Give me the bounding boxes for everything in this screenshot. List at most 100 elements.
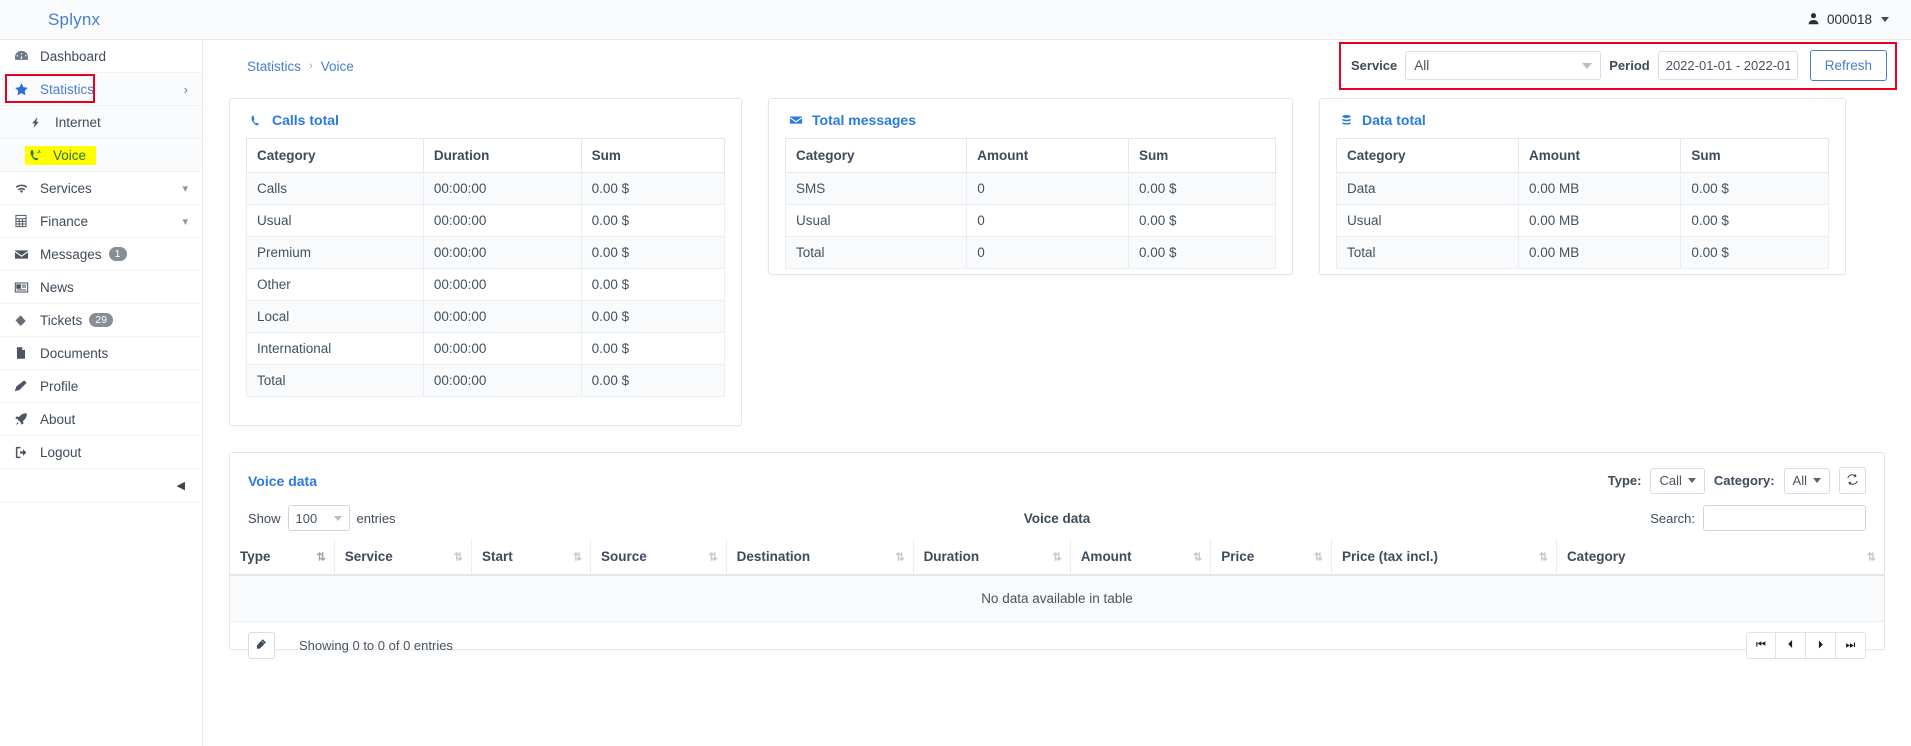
col-start[interactable]: Start ⇅	[470, 539, 591, 576]
page-length-select[interactable]: 100	[287, 505, 350, 531]
caret-down-icon	[1881, 17, 1889, 22]
period-input[interactable]	[1657, 51, 1798, 80]
export-button[interactable]	[248, 632, 275, 659]
breadcrumb-statistics[interactable]: Statistics	[247, 59, 301, 74]
voice-data-title: Voice data	[248, 472, 317, 489]
cell-category: Usual	[1335, 204, 1520, 237]
sidebar-item-label: Internet	[55, 114, 101, 130]
col-category: Category	[784, 138, 968, 173]
newspaper-icon	[14, 280, 40, 295]
first-page-icon[interactable]: ⏮	[1746, 632, 1776, 659]
table-row: Usual 0 0.00 $	[784, 204, 1277, 237]
sidebar-item-news[interactable]: News	[0, 271, 202, 304]
col-label: Type	[240, 549, 271, 564]
category-select[interactable]: All	[1783, 467, 1830, 494]
envelope-icon	[14, 247, 40, 262]
search-input[interactable]	[1703, 505, 1866, 531]
cell-sum: 0.00 $	[580, 300, 726, 333]
category-selected-value: All	[1792, 473, 1807, 488]
type-select[interactable]: Call	[1650, 467, 1705, 494]
table-row: Total 0 0.00 $	[784, 236, 1277, 269]
sidebar-item-statistics[interactable]: Statistics ›	[0, 73, 202, 106]
sidebar-item-internet[interactable]: Internet	[0, 106, 202, 139]
type-label: Type:	[1607, 473, 1642, 488]
breadcrumb-voice[interactable]: Voice	[321, 59, 354, 74]
sort-icon: ⇅	[1866, 551, 1876, 563]
col-category[interactable]: Category ⇅	[1555, 539, 1884, 576]
table-header-row: Category Amount Sum	[1335, 138, 1829, 173]
chevron-down-icon	[1687, 478, 1696, 483]
search-label: Search:	[1650, 510, 1695, 526]
refresh-icon	[1846, 473, 1859, 489]
refresh-table-button[interactable]	[1839, 467, 1866, 494]
sidebar-item-services[interactable]: Services ▾	[0, 172, 202, 205]
sidebar-item-voice[interactable]: Voice	[0, 139, 202, 172]
tickets-icon	[14, 313, 40, 328]
col-destination[interactable]: Destination ⇅	[725, 539, 914, 576]
col-category: Category	[246, 138, 424, 173]
sort-icon: ⇅	[572, 551, 582, 563]
sidebar-item-about[interactable]: About	[0, 403, 202, 436]
cell-sum: 0.00 $	[1680, 236, 1829, 269]
sidebar-item-documents[interactable]: Documents	[0, 337, 202, 370]
table-row: Calls 00:00:00 0.00 $	[246, 172, 726, 205]
col-duration[interactable]: Duration ⇅	[912, 539, 1071, 576]
sidebar-item-label: Voice	[53, 147, 87, 163]
cell-duration: 00:00:00	[422, 332, 582, 365]
col-price-tax[interactable]: Price (tax incl.) ⇅	[1331, 539, 1557, 576]
table-row: Usual 0.00 MB 0.00 $	[1335, 204, 1829, 237]
col-label: Duration	[923, 549, 980, 564]
service-select[interactable]: All	[1405, 51, 1602, 80]
cell-sum: 0.00 $	[1127, 236, 1277, 269]
col-source[interactable]: Source ⇅	[590, 539, 727, 576]
sidebar-item-logout[interactable]: Logout	[0, 436, 202, 469]
cell-category: Other	[246, 268, 424, 301]
cell-category: Premium	[246, 236, 424, 269]
cell-sum: 0.00 $	[1680, 172, 1829, 205]
sort-icon: ⇅	[895, 551, 904, 563]
card-body: Category Amount Sum SMS 0 0.00 $ Usual 0 0.0…	[769, 138, 1292, 297]
col-service[interactable]: Service ⇅	[333, 539, 472, 576]
col-amount[interactable]: Amount ⇅	[1069, 539, 1211, 576]
card-body: Category Amount Sum Data 0.00 MB 0.00 $ Us…	[1320, 138, 1845, 297]
sidebar-item-messages[interactable]: Messages 1	[0, 238, 202, 271]
cell-duration: 00:00:00	[422, 300, 582, 333]
card-title: Total messages	[812, 112, 917, 128]
prev-page-icon[interactable]: ⏴	[1776, 632, 1806, 659]
col-type[interactable]: Type ⇅	[230, 539, 335, 576]
envelope-icon	[789, 113, 803, 127]
refresh-button[interactable]: Refresh	[1809, 50, 1887, 81]
col-label: Service	[344, 549, 393, 564]
col-price[interactable]: Price ⇅	[1210, 539, 1332, 576]
sidebar-item-finance[interactable]: Finance ▾	[0, 205, 202, 238]
sidebar-collapse-button[interactable]: ◀	[0, 469, 202, 503]
datatable-search: Search:	[1650, 505, 1866, 531]
card-calls-total: Calls total Category Duration Sum Calls 0…	[229, 98, 742, 426]
user-icon	[1807, 12, 1820, 28]
sort-icon: ⇅	[1313, 551, 1323, 563]
card-header: Total messages	[769, 99, 1292, 138]
sidebar-item-profile[interactable]: Profile	[0, 370, 202, 403]
empty-message: No data available in table	[230, 575, 1884, 622]
sort-icon: ⇅	[1052, 551, 1061, 563]
next-page-icon[interactable]: ⏵	[1806, 632, 1836, 659]
top-bar: Splynx 000018	[0, 0, 1911, 40]
cell-duration: 00:00:00	[422, 364, 582, 397]
last-page-icon[interactable]: ⏭	[1836, 632, 1866, 659]
sidebar-item-dashboard[interactable]: Dashboard	[0, 40, 202, 73]
user-menu[interactable]: 000018	[1807, 12, 1911, 28]
sidebar-item-tickets[interactable]: Tickets 29	[0, 304, 202, 337]
col-sum: Sum	[580, 138, 726, 173]
cell-amount: 0.00 MB	[1518, 236, 1682, 269]
table-header-row: Type ⇅ Service ⇅ Start ⇅ Source ⇅ Destinatio…	[230, 539, 1884, 576]
table-row: Premium 00:00:00 0.00 $	[246, 236, 726, 269]
sidebar-item-label: Messages	[40, 246, 102, 262]
sidebar-item-label: Services	[40, 180, 92, 196]
table-row: Other 00:00:00 0.00 $	[246, 268, 726, 301]
cell-sum: 0.00 $	[1680, 204, 1829, 237]
brand-logo[interactable]: Splynx	[0, 10, 248, 30]
entries-label: entries	[356, 510, 396, 526]
col-amount: Amount	[966, 138, 1129, 173]
card-title: Calls total	[272, 112, 339, 128]
rocket-icon	[14, 412, 40, 426]
